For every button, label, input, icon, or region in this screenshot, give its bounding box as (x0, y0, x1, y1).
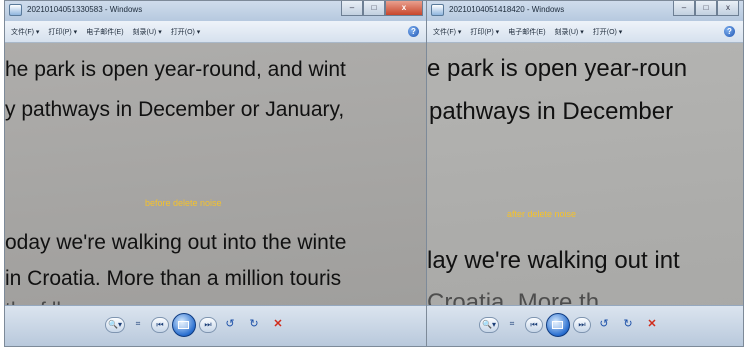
photo-text-line: in Croatia. More than a million touris (5, 267, 342, 290)
help-icon[interactable]: ? (724, 26, 735, 37)
photo-text-line: oday we're walking out into the winte (5, 231, 347, 254)
slideshow-icon (178, 321, 190, 329)
close-button[interactable]: x (385, 1, 423, 16)
window-title: 20210104051330583 - Windows (27, 5, 143, 14)
next-button[interactable]: ⏭ (572, 317, 591, 333)
rotate-ccw-icon[interactable]: ↺ (221, 317, 239, 333)
menu-email[interactable]: 电子邮件(E) (508, 27, 545, 37)
delete-icon[interactable]: ✕ (269, 317, 287, 333)
menu-bar: 文件(F) ▾ 打印(P) ▾ 电子邮件(E) 刻录(U) ▾ 打开(O) ▾ … (427, 21, 743, 43)
menu-print[interactable]: 打印(P) ▾ (470, 27, 499, 37)
title-bar[interactable]: 20210104051330583 - Windows – □ x (5, 1, 427, 21)
maximize-button[interactable]: □ (695, 1, 717, 16)
maximize-button[interactable]: □ (363, 1, 385, 16)
playback-controls: 🔍▾ ⌗ ⏮ ⏭ ↺ ↻ ✕ (427, 305, 743, 346)
photo-text-line: e park is open year-roun (427, 55, 688, 82)
slideshow-button[interactable] (545, 313, 570, 337)
previous-button[interactable]: ⏮ (150, 317, 169, 333)
menu-bar: 文件(F) ▾ 打印(P) ▾ 电子邮件(E) 刻录(U) ▾ 打开(O) ▾ … (5, 21, 427, 43)
close-button[interactable]: x (717, 1, 739, 16)
photo-text-line: y pathways in December or January, (5, 98, 345, 121)
minimize-button[interactable]: – (673, 1, 695, 16)
help-icon[interactable]: ? (408, 26, 419, 37)
photo-viewer-window-right: 20210104051418420 - Windows – □ x 文件(F) … (426, 0, 744, 347)
photo-text-line: pathways in December (429, 98, 674, 125)
next-button[interactable]: ⏭ (198, 317, 217, 333)
delete-icon[interactable]: ✕ (643, 317, 661, 333)
before-label: before delete noise (145, 198, 222, 208)
actual-size-icon[interactable]: ⌗ (503, 317, 521, 333)
menu-open[interactable]: 打开(O) ▾ (593, 27, 623, 37)
rotate-cw-icon[interactable]: ↻ (619, 317, 637, 333)
photo-viewer-app-icon (9, 4, 22, 16)
rotate-ccw-icon[interactable]: ↺ (595, 317, 613, 333)
menu-email[interactable]: 电子邮件(E) (86, 27, 123, 37)
menu-file[interactable]: 文件(F) ▾ (11, 27, 39, 37)
slideshow-icon (552, 321, 564, 329)
zoom-button[interactable]: 🔍▾ (105, 317, 125, 333)
photo-text-line: he park is open year-round, and wint (5, 58, 346, 81)
menu-burn[interactable]: 刻录(U) ▾ (133, 27, 162, 37)
after-label: after delete noise (507, 209, 577, 219)
zoom-button[interactable]: 🔍▾ (479, 317, 499, 333)
minimize-button[interactable]: – (341, 1, 363, 16)
menu-print[interactable]: 打印(P) ▾ (48, 27, 77, 37)
title-bar[interactable]: 20210104051418420 - Windows – □ x (427, 1, 743, 21)
photo-viewer-app-icon (431, 4, 444, 16)
photo-text-line: lay we're walking out int (427, 247, 680, 274)
menu-burn[interactable]: 刻录(U) ▾ (555, 27, 584, 37)
image-viewport: e park is open year-roun pathways in Dec… (427, 43, 743, 346)
actual-size-icon[interactable]: ⌗ (129, 317, 147, 333)
menu-file[interactable]: 文件(F) ▾ (433, 27, 461, 37)
photo-viewer-window-left: 20210104051330583 - Windows – □ x 文件(F) … (4, 0, 428, 347)
image-viewport: he park is open year-round, and wint y p… (5, 43, 427, 346)
playback-controls: 🔍▾ ⌗ ⏮ ⏭ ↺ ↻ ✕ (5, 305, 427, 346)
rotate-cw-icon[interactable]: ↻ (245, 317, 263, 333)
slideshow-button[interactable] (171, 313, 196, 337)
menu-open[interactable]: 打开(O) ▾ (171, 27, 201, 37)
previous-button[interactable]: ⏮ (524, 317, 543, 333)
window-title: 20210104051418420 - Windows (449, 5, 565, 14)
